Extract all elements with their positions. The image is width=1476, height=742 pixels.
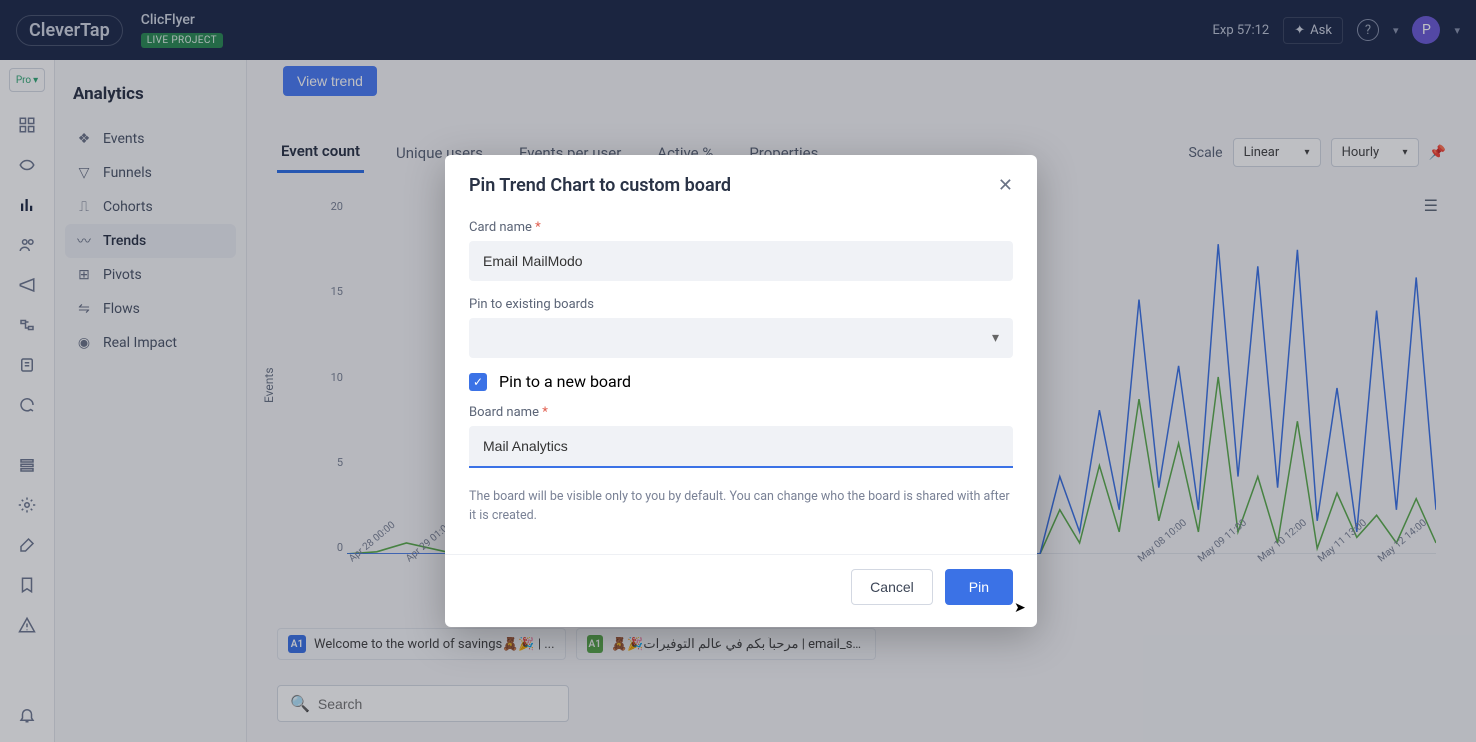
cursor-icon: ➤	[1014, 600, 1026, 616]
pin-modal: Pin Trend Chart to custom board ✕ Card n…	[445, 155, 1037, 627]
modal-title: Pin Trend Chart to custom board	[469, 175, 731, 196]
board-name-input[interactable]	[469, 426, 1013, 468]
card-name-input[interactable]	[469, 241, 1013, 281]
cancel-button[interactable]: Cancel	[851, 569, 933, 605]
existing-boards-label: Pin to existing boards	[469, 297, 1013, 312]
pin-button[interactable]: Pin	[945, 569, 1013, 605]
chevron-down-icon: ▾	[992, 330, 999, 346]
new-board-checkbox-row[interactable]: ✓ Pin to a new board	[469, 372, 1013, 391]
checkbox-checked-icon[interactable]: ✓	[469, 373, 487, 391]
board-name-label: Board name *	[469, 405, 1013, 420]
existing-boards-select[interactable]: ▾	[469, 318, 1013, 358]
board-help-text: The board will be visible only to you by…	[469, 488, 1013, 526]
card-name-label: Card name *	[469, 220, 1013, 235]
close-icon[interactable]: ✕	[998, 175, 1013, 196]
new-board-check-label: Pin to a new board	[499, 372, 631, 391]
